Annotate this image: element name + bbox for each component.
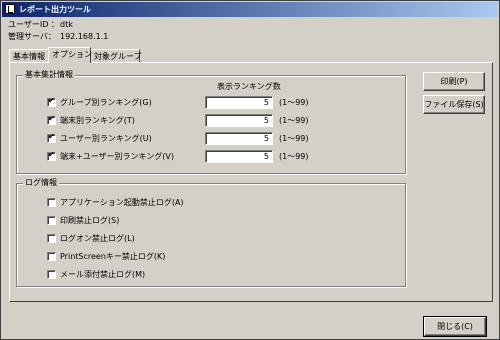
server-value: 192.168.1.1 [60,32,109,41]
user-ranking-range: (1〜99) [279,134,309,143]
summary-groupbox: 基本集計情報 表示ランキング数 グループ別ランキング(G) 5 (1〜99) 端… [16,70,406,174]
print-log-label: 印刷禁止ログ(S) [60,216,120,225]
group-ranking-count-input[interactable]: 5 [205,96,273,109]
log-group-title: ログ情報 [23,178,59,188]
terminal-ranking-label: 端末別ランキング(T) [60,116,135,125]
terminal-user-ranking-range: (1〜99) [279,152,309,161]
mail-attach-log-checkbox[interactable] [47,270,56,279]
options-panel: 基本集計情報 表示ランキング数 グループ別ランキング(G) 5 (1〜99) 端… [9,62,493,302]
app-icon [5,4,15,14]
window-title: レポート出力ツール [19,5,91,14]
app-launch-log-checkbox[interactable] [47,198,56,207]
user-ranking-checkbox[interactable] [47,132,56,143]
user-id-value: dtk [60,20,73,29]
logon-log-label: ログオン禁止ログ(L) [60,234,135,243]
print-button[interactable]: 印刷(P) [423,72,485,91]
terminal-ranking-range: (1〜99) [279,116,309,125]
group-ranking-range: (1〜99) [279,98,309,107]
tab-basic-info[interactable]: 基本情報 [9,49,49,62]
user-id-label: ユーザーID ： [8,20,59,29]
title-bar: レポート出力ツール [2,2,498,17]
ranking-count-header: 表示ランキング数 [217,82,281,91]
terminal-user-ranking-checkbox[interactable] [47,150,56,161]
server-label: 管理サーバ： [8,32,56,41]
save-file-button[interactable]: ファイル保存(S) [423,95,485,114]
print-log-checkbox[interactable] [47,216,56,225]
log-groupbox: ログ情報 アプリケーション起動禁止ログ(A) 印刷禁止ログ(S) ログオン禁止ロ… [16,178,406,287]
close-button[interactable]: 閉じる(C) [423,316,487,337]
printscreen-log-label: PrintScreenキー禁止ログ(K) [60,252,166,261]
app-launch-log-label: アプリケーション起動禁止ログ(A) [60,198,184,207]
summary-group-title: 基本集計情報 [23,70,75,80]
user-ranking-count-input[interactable]: 5 [205,132,273,145]
tab-options[interactable]: オプション [48,47,92,63]
terminal-user-ranking-count-input[interactable]: 5 [205,150,273,163]
terminal-user-ranking-label: 端末+ユーザー別ランキング(V) [60,152,175,161]
group-ranking-label: グループ別ランキング(G) [60,98,152,107]
group-ranking-checkbox[interactable] [47,96,56,107]
printscreen-log-checkbox[interactable] [47,252,56,261]
terminal-ranking-count-input[interactable]: 5 [205,114,273,127]
terminal-ranking-checkbox[interactable] [47,114,56,125]
tab-target-group[interactable]: 対象グループ [90,49,142,62]
user-ranking-label: ユーザー別ランキング(U) [60,134,152,143]
mail-attach-log-label: メール添付禁止ログ(M) [60,270,146,279]
report-output-window: レポート出力ツール ユーザーID ： dtk 管理サーバ： 192.168.1.… [0,0,500,340]
logon-log-checkbox[interactable] [47,234,56,243]
